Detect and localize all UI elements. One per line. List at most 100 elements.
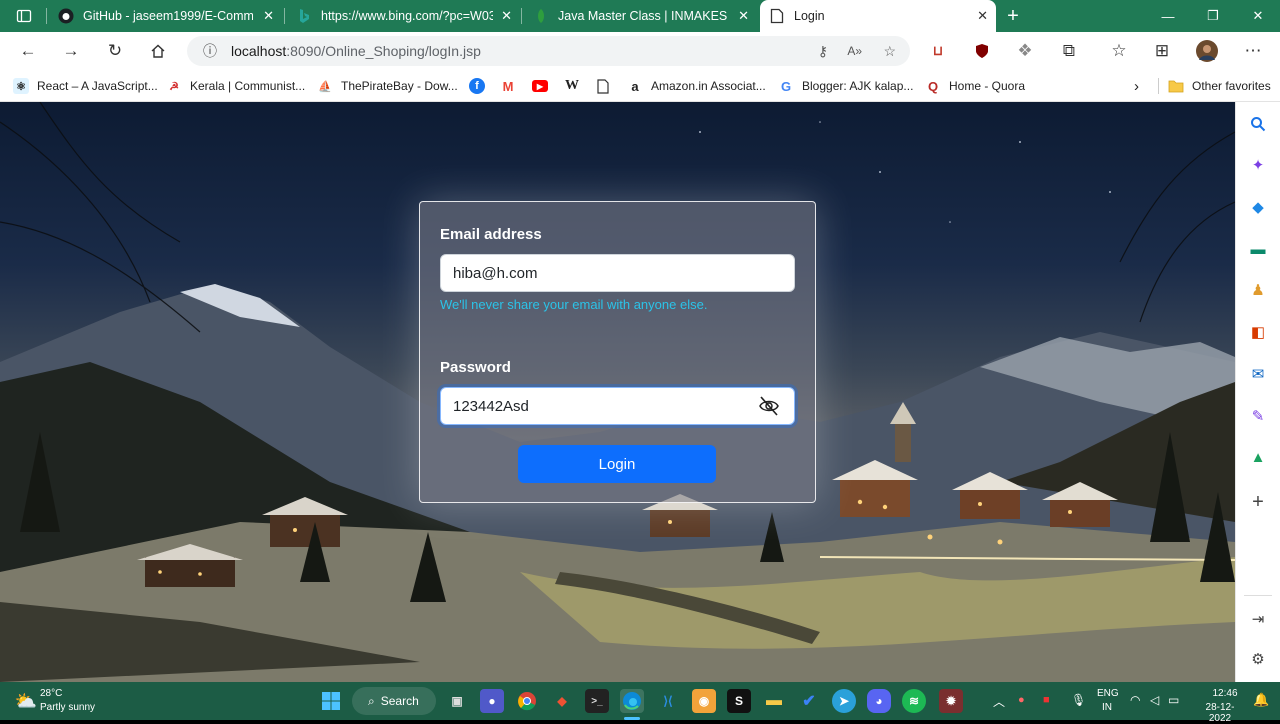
new-tab-icon[interactable]: + — [1001, 4, 1025, 28]
favorites-icon[interactable]: ☆ — [1107, 39, 1131, 63]
eye-slash-icon[interactable] — [758, 396, 780, 420]
tab-bing[interactable]: https://www.bing.com/?pc=W03 ✕ — [296, 0, 520, 32]
games-icon[interactable]: ♟ — [1246, 278, 1270, 302]
tab-login[interactable]: Login ✕ — [760, 0, 996, 32]
tab-title: Login — [794, 9, 825, 23]
other-favorites-folder[interactable]: Other favorites — [1168, 76, 1271, 96]
outlook-icon[interactable]: ✉ — [1246, 362, 1270, 386]
clock-date[interactable]: 28-12-2022 — [1195, 702, 1245, 724]
show-hidden-icons-chevron-icon[interactable]: ︿ — [993, 693, 1005, 710]
chrome-icon[interactable] — [515, 689, 539, 713]
bookmark-kerala[interactable]: ☭ Kerala | Communist... — [166, 76, 305, 96]
shopping-tag-icon[interactable]: ◆ — [1246, 195, 1270, 219]
bookmark-youtube[interactable]: ▶ — [532, 76, 556, 96]
bookmark-wikipedia[interactable]: W — [564, 76, 588, 96]
url-path: :8090/Online_Shoping/logIn.jsp — [286, 43, 481, 59]
hide-sidebar-icon[interactable]: ⇥ — [1246, 607, 1270, 631]
volume-icon[interactable]: ◁ — [1150, 693, 1159, 707]
login-button[interactable]: Login — [518, 445, 716, 483]
back-icon[interactable]: ← — [16, 39, 40, 63]
lang-line1[interactable]: ENG — [1097, 688, 1119, 699]
tab-title: Java Master Class | INMAKES LEA — [558, 9, 728, 23]
settings-gear-icon[interactable]: ⚙ — [1246, 647, 1270, 671]
discord-icon[interactable]: ◕ — [867, 689, 891, 713]
close-icon[interactable]: ✕ — [977, 8, 988, 24]
tree-icon[interactable]: ▲ — [1246, 445, 1270, 469]
amazon-icon: a — [631, 78, 639, 94]
close-icon[interactable]: ✕ — [738, 8, 749, 24]
more-bookmarks-chevron-icon[interactable]: › — [1134, 76, 1139, 96]
tools-icon[interactable]: ▬ — [1246, 237, 1270, 261]
bookmark-gmail[interactable]: M — [500, 76, 524, 96]
tray-app-2-icon[interactable]: ■ — [1043, 694, 1050, 706]
bookmark-document[interactable] — [595, 76, 619, 96]
weather-icon[interactable]: ⛅ — [14, 689, 38, 713]
terminal-icon[interactable]: >_ — [585, 689, 609, 713]
extensions-icon[interactable]: ⧉ — [1057, 39, 1081, 63]
edge-icon[interactable] — [620, 689, 644, 713]
bookmark-react[interactable]: ⚛ React – A JavaScript... — [13, 76, 158, 96]
info-icon[interactable]: ⓘ — [203, 41, 217, 61]
minimize-icon[interactable]: — — [1145, 0, 1191, 32]
vscode-icon[interactable]: ⟩⟨ — [656, 689, 680, 713]
office-icon[interactable]: ◧ — [1246, 320, 1270, 344]
bookmark-piratebay[interactable]: ⛵ ThePirateBay - Dow... — [317, 76, 458, 96]
wifi-icon[interactable]: ◠ — [1130, 693, 1140, 707]
key-icon[interactable]: ⚷ — [818, 43, 828, 60]
taskbar-search[interactable]: ⌕ Search — [352, 687, 436, 715]
microphone-icon[interactable]: 🎙 — [1071, 693, 1086, 707]
forward-icon[interactable]: → — [59, 39, 83, 63]
tray-app-icon[interactable]: ● — [1018, 694, 1025, 706]
close-icon[interactable]: ✕ — [501, 8, 512, 24]
battery-icon[interactable]: ▭ — [1168, 693, 1179, 707]
telegram-icon[interactable]: ➤ — [832, 689, 856, 713]
search-label: Search — [380, 694, 419, 708]
clock-time[interactable]: 12:46 — [1210, 688, 1240, 699]
refresh-icon[interactable]: ↻ — [103, 39, 127, 63]
windows-start-icon[interactable] — [319, 689, 343, 713]
bookmark-blogger[interactable]: G Blogger: AJK kalap... — [778, 76, 913, 96]
todo-check-icon[interactable]: ✔ — [797, 689, 821, 713]
spotify-icon[interactable]: ≋ — [902, 689, 926, 713]
add-icon[interactable]: + — [1246, 490, 1270, 514]
ublock-icon[interactable] — [970, 39, 994, 63]
lang-line2[interactable]: IN — [1102, 702, 1112, 713]
read-aloud-icon[interactable]: A» — [847, 44, 862, 58]
bookmark-amazon[interactable]: a Amazon.in Associat... — [627, 76, 765, 96]
file-explorer-icon[interactable]: ▬ — [762, 689, 786, 713]
page-icon — [769, 8, 785, 24]
password-label: Password — [440, 359, 511, 376]
tab-inmakes[interactable]: Java Master Class | INMAKES LEA ✕ — [533, 0, 757, 32]
restore-icon[interactable]: ❐ — [1190, 0, 1236, 32]
notification-bell-icon[interactable]: 🔔 — [1253, 692, 1269, 708]
s-app-icon[interactable]: S — [727, 689, 751, 713]
dropbox-icon[interactable]: ❖ — [1013, 39, 1037, 63]
tab-title: https://www.bing.com/?pc=W03 — [321, 9, 493, 23]
designer-icon[interactable]: ✎ — [1246, 404, 1270, 428]
tab-github[interactable]: GitHub - jaseem1999/E-Commer ✕ — [58, 0, 282, 32]
bookmark-label: Kerala | Communist... — [190, 79, 306, 93]
google-icon: G — [780, 78, 792, 94]
git-icon[interactable]: ◆ — [550, 689, 574, 713]
task-view-icon[interactable]: ▣ — [445, 689, 469, 713]
close-icon[interactable]: ✕ — [263, 8, 274, 24]
bing-icon — [296, 8, 312, 24]
chat-icon[interactable]: ● — [480, 689, 504, 713]
collections-icon[interactable]: ⊞ — [1150, 39, 1174, 63]
postman-icon[interactable]: ◉ — [692, 689, 716, 713]
close-window-icon[interactable]: ✕ — [1235, 0, 1280, 32]
password-field[interactable]: 123442Asd — [440, 387, 795, 425]
extension-adblock-icon[interactable]: ⊔ — [926, 39, 950, 63]
favorite-star-icon[interactable]: ☆ — [883, 43, 896, 60]
bookmark-quora[interactable]: Q Home - Quora — [925, 76, 1025, 96]
avatar[interactable] — [1195, 39, 1219, 63]
discover-sparkle-icon[interactable]: ✦ — [1246, 153, 1270, 177]
game-app-icon[interactable]: ✹ — [939, 689, 963, 713]
search-icon[interactable] — [1246, 112, 1270, 136]
address-bar[interactable]: ⓘ localhost:8090/Online_Shoping/logIn.js… — [187, 36, 910, 66]
email-field[interactable]: hiba@h.com — [440, 254, 795, 292]
more-menu-icon[interactable]: ⋯ — [1241, 39, 1265, 63]
tab-actions-icon[interactable] — [12, 4, 36, 28]
bookmark-facebook[interactable]: f — [469, 76, 493, 96]
home-icon[interactable] — [146, 39, 170, 63]
